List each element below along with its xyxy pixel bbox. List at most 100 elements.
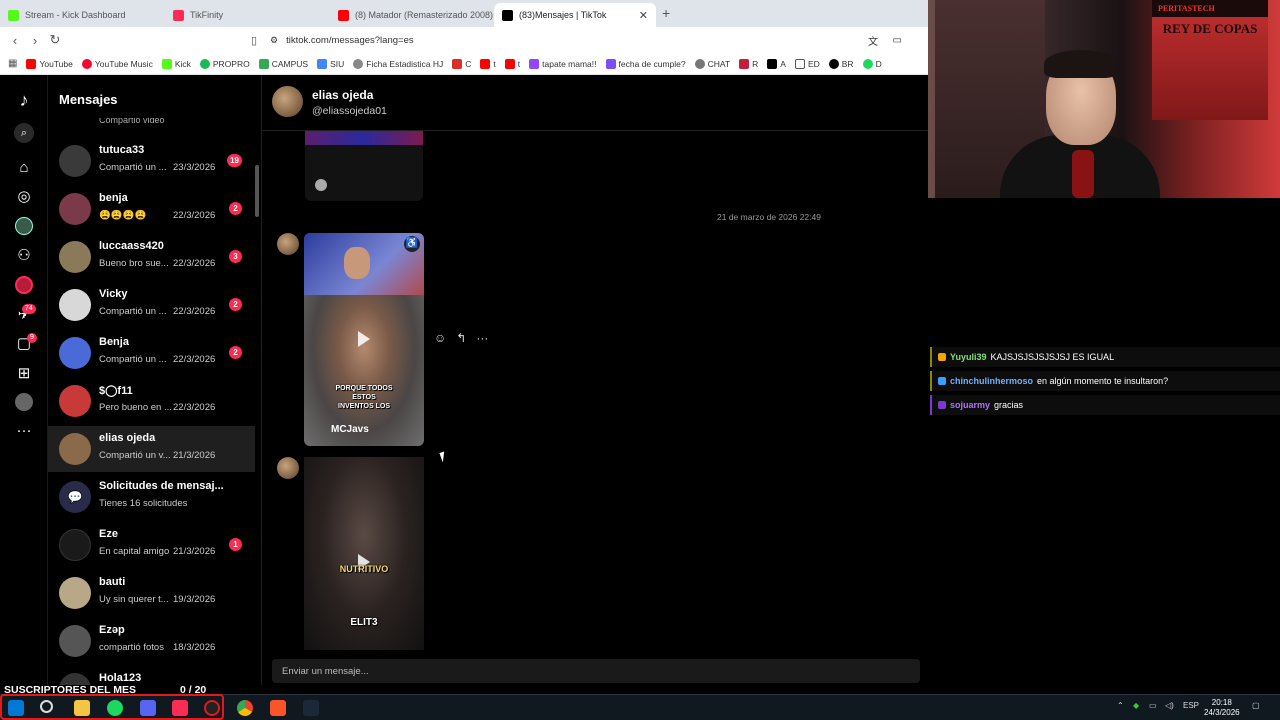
clock[interactable]: 20:18 24/3/2026: [1204, 698, 1240, 718]
browser-tab-kick[interactable]: Stream - Kick Dashboard: [0, 3, 165, 27]
bookmark[interactable]: CAMPUS: [258, 58, 308, 69]
more-icon[interactable]: ···: [12, 419, 36, 441]
bookmark[interactable]: SIU: [317, 58, 344, 69]
live-icon[interactable]: [12, 274, 36, 296]
play-icon[interactable]: [358, 331, 370, 347]
profile-avatar-icon[interactable]: [12, 391, 36, 413]
conversation-date: 23/3/2026: [173, 162, 216, 173]
bookmark[interactable]: R: [739, 58, 759, 69]
conversation-item[interactable]: Ezəp compartió fotos 18/3/2026: [48, 618, 255, 664]
avatar[interactable]: [272, 86, 303, 117]
new-tab-button[interactable]: +: [662, 5, 670, 21]
chat-contact-username[interactable]: @eliassojeda01: [312, 105, 387, 117]
conversation-item[interactable]: bauti Uy sin querer t... 19/3/2026: [48, 570, 255, 616]
conversation-name: Solicitudes de mensaj...: [99, 480, 224, 492]
forward-icon[interactable]: ›: [25, 33, 45, 48]
conversation-item[interactable]: Hola123: [48, 666, 255, 685]
propro-icon: [199, 58, 210, 69]
conversation-item[interactable]: benja 😩😩😩😩 22/3/2026 2: [48, 186, 255, 232]
conversation-name: luccaass420: [99, 240, 164, 252]
react-icon[interactable]: ☺: [434, 331, 446, 345]
language-indicator[interactable]: ESP: [1183, 701, 1199, 710]
url-field[interactable]: ⚙ tiktok.com/messages?lang=es 文 ▭: [270, 30, 910, 50]
tiktok-logo-icon[interactable]: ♪: [12, 89, 36, 111]
poster: PERITASTECH REY DE COPAS: [1152, 0, 1268, 120]
more-options-icon[interactable]: ···: [476, 331, 488, 345]
bookmark-label: R: [752, 58, 759, 69]
youtube-icon: [504, 58, 515, 69]
bookmark[interactable]: BR: [828, 58, 854, 69]
back-icon[interactable]: ‹: [5, 33, 25, 48]
conversation-item[interactable]: luccaass420 Bueno bro sue... 22/3/2026 3: [48, 234, 255, 280]
chat-panel: elias ojeda @eliassojeda01 21 de marzo d…: [262, 75, 928, 685]
bookmark-label: fecha de cumple?: [618, 58, 686, 69]
conversation-item-selected[interactable]: elias ojeda Compartió un v... 21/3/2026: [48, 426, 255, 472]
reload-icon[interactable]: ↻: [45, 32, 65, 48]
explore-icon[interactable]: ◎: [12, 185, 36, 207]
site-settings-icon[interactable]: ⚙: [270, 35, 278, 46]
browser-tab-tikfinity[interactable]: TikFinity: [165, 3, 330, 27]
bookmark[interactable]: t: [504, 58, 520, 69]
network-icon[interactable]: ▭: [1149, 701, 1157, 710]
bookmark[interactable]: tapate mama!!: [529, 58, 597, 69]
message-requests-item[interactable]: 💬 Solicitudes de mensaj... Tienes 16 sol…: [48, 474, 255, 520]
bookmark[interactable]: t: [480, 58, 496, 69]
close-tab-icon[interactable]: ✕: [639, 9, 648, 22]
chat-header: elias ojeda @eliassojeda01: [262, 75, 928, 131]
bookmark[interactable]: C: [452, 58, 472, 69]
shared-video-card[interactable]: NUTRITIVO ELIT3: [304, 457, 424, 650]
avatar: [59, 625, 91, 657]
conversation-scrollbar[interactable]: [255, 165, 259, 217]
conversation-item[interactable]: Vicky Compartió un ... 22/3/2026 2: [48, 282, 255, 328]
chrome-icon[interactable]: [237, 700, 253, 716]
bookmark[interactable]: fecha de cumple?: [605, 58, 686, 69]
bookmark-label: Ficha Estadistica HJ: [366, 58, 444, 69]
bookmark[interactable]: Kick: [161, 58, 191, 69]
bookmark[interactable]: Ficha Estadistica HJ: [353, 58, 444, 69]
conversation-item[interactable]: tutuca33 Compartió un ... 23/3/2026 19: [48, 138, 255, 184]
bookmark[interactable]: PROPRO: [199, 58, 250, 69]
stream-chat-message: Yuyuli39 KAJSJSJSJSJSJSJ ES IGUAL: [930, 347, 1280, 367]
conversation-name: Vicky: [99, 288, 128, 300]
shared-video-card[interactable]: ♿ PORQUE TODOS ESTOS INVENTOS LOS MCJavs: [304, 233, 424, 446]
avatar[interactable]: [277, 233, 299, 255]
notifications-icon[interactable]: ▢: [1252, 701, 1260, 710]
search-icon[interactable]: ⌕: [12, 122, 36, 144]
message-input[interactable]: [282, 659, 802, 683]
bookmark-label: C: [465, 58, 472, 69]
bookmark[interactable]: ED: [794, 58, 820, 69]
apps-icon[interactable]: ▦: [8, 58, 17, 69]
unread-badge: 2: [229, 346, 242, 359]
bookmark[interactable]: YouTube Music: [81, 58, 153, 69]
bookmark-icon[interactable]: ▯: [244, 34, 264, 47]
browser-tab-tiktok[interactable]: (83)Mensajes | TikTok ✕: [494, 3, 656, 27]
tray-chevron-icon[interactable]: ⌃: [1117, 701, 1124, 710]
upload-icon[interactable]: ⊞: [12, 362, 36, 384]
bookmark-label: D: [875, 58, 882, 69]
browser-tab-youtube[interactable]: (8) Matador (Remasterizado 2008) -: [330, 3, 493, 27]
bookmark[interactable]: A: [767, 58, 786, 69]
bookmark[interactable]: CHAT: [694, 58, 730, 69]
following-avatar-icon[interactable]: [12, 215, 36, 237]
reply-icon[interactable]: ↰: [456, 331, 466, 345]
bookmark[interactable]: D: [862, 58, 882, 69]
security-icon[interactable]: ◆: [1133, 701, 1139, 710]
conversation-item[interactable]: Benja Compartió un ... 22/3/2026 2: [48, 330, 255, 376]
conversation-date: 22/3/2026: [173, 402, 216, 413]
friends-icon[interactable]: ⚇: [12, 244, 36, 266]
conversation-name: Benja: [99, 336, 129, 348]
conversation-item[interactable]: Eze En capital amigo 21/3/2026 1: [48, 522, 255, 568]
conversation-name: $◯f11: [99, 385, 133, 397]
video-caption-line: PORQUE TODOS: [335, 385, 393, 392]
bookmark[interactable]: YouTube: [26, 58, 73, 69]
shared-video-card[interactable]: [305, 131, 423, 201]
steam-icon[interactable]: [303, 700, 319, 716]
cast-icon[interactable]: ▭: [893, 35, 902, 46]
conversation-item[interactable]: $◯f11 Pero bueno en ... 22/3/2026: [48, 378, 255, 424]
translate-icon[interactable]: 文: [868, 33, 878, 48]
avatar[interactable]: [277, 457, 299, 479]
volume-icon[interactable]: ◁): [1165, 701, 1174, 710]
chat-contact-name[interactable]: elias ojeda: [312, 88, 373, 102]
brave-icon[interactable]: [270, 700, 286, 716]
home-icon[interactable]: ⌂: [12, 156, 36, 178]
